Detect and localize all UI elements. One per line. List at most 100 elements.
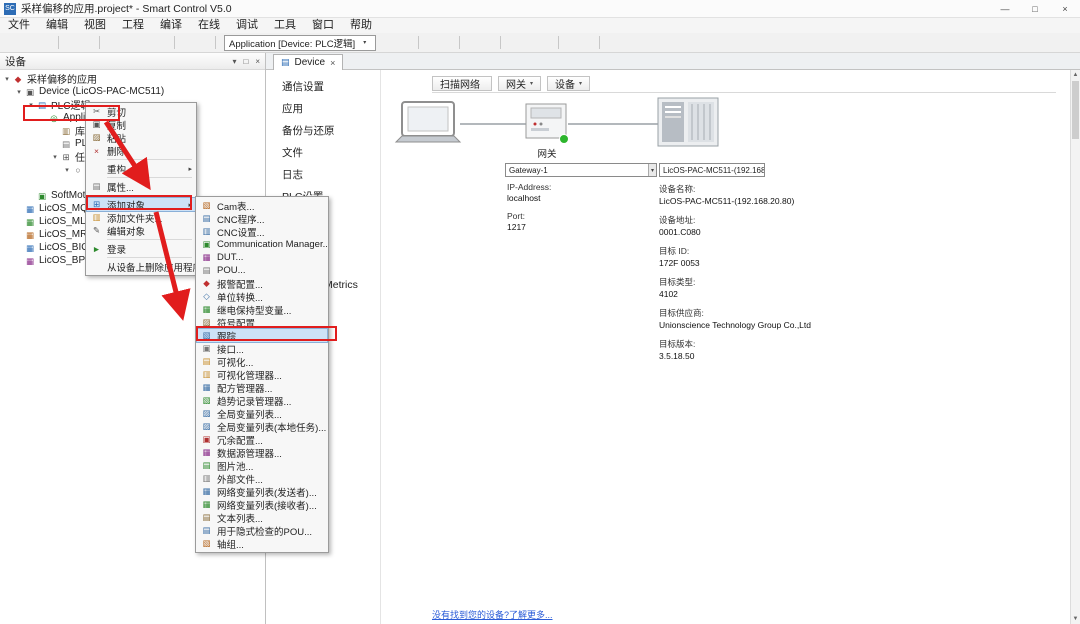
- device-button[interactable]: 设备 ▾: [547, 76, 590, 91]
- add-object-nvl-receiver[interactable]: ▦ 网络变量列表(接收者)...: [197, 498, 327, 511]
- tree-expander-icon[interactable]: ▾: [26, 101, 36, 109]
- save-project-icon[interactable]: [38, 35, 55, 51]
- menu-file[interactable]: 文件: [0, 18, 38, 33]
- add-object-nvl-sender[interactable]: ▦ 网络变量列表(发送者)...: [197, 485, 327, 498]
- menu-item-delete[interactable]: × 删除: [87, 144, 195, 157]
- add-object-trace[interactable]: ▧ 跟踪...: [197, 329, 327, 342]
- device-nav-files[interactable]: 文件: [266, 142, 380, 164]
- add-object-dut[interactable]: ▦ DUT...: [197, 251, 327, 264]
- scan-network-button[interactable]: 扫描网络: [432, 76, 492, 91]
- add-object-global-variable-list[interactable]: ▨ 全局变量列表...: [197, 407, 327, 420]
- add-object-visualization[interactable]: ▤ 可视化...: [197, 355, 327, 368]
- gateway-select-arrow-icon[interactable]: ▾: [648, 164, 656, 176]
- menu-debug[interactable]: 调试: [228, 18, 266, 33]
- step-over-icon[interactable]: [504, 35, 521, 51]
- tree-item-device[interactable]: ▾ ▣ Device (LicOS-PAC-MC511): [0, 85, 265, 98]
- menu-window[interactable]: 窗口: [304, 18, 342, 33]
- add-object-cam-table[interactable]: ▧ Cam表...: [197, 199, 327, 212]
- step-out-icon[interactable]: [538, 35, 555, 51]
- editor-scrollbar[interactable]: ▲ ▼: [1070, 70, 1080, 624]
- device-nav-communication-settings[interactable]: 通信设置: [266, 76, 380, 98]
- run-to-cursor-icon[interactable]: [579, 35, 596, 51]
- device-select[interactable]: LicOS-PAC-MC511-(192.168.20.80) (激活) ▾: [659, 163, 765, 177]
- add-object-pou-implicit-checks[interactable]: ▤ 用于隐式检查的POU...: [197, 524, 327, 537]
- add-object-global-variable-list-tasklocal[interactable]: ▨ 全局变量列表(本地任务)...: [197, 420, 327, 433]
- tab-device[interactable]: ▤ Device ×: [273, 54, 343, 70]
- add-object-communication-manager[interactable]: ▣ Communication Manager...: [197, 238, 327, 251]
- write-values-icon[interactable]: [620, 35, 637, 51]
- menu-item-delete-app-from-device[interactable]: 从设备上删除应用程序: [87, 260, 195, 273]
- menu-item-add-object[interactable]: ⊞ 添加对象 ▸: [87, 198, 195, 211]
- add-object-unit-conversion[interactable]: ◇ 单位转换...: [197, 290, 327, 303]
- add-object-cnc-settings[interactable]: ▥ CNC设置...: [197, 225, 327, 238]
- active-application-combo[interactable]: Application [Device: PLC逻辑] ▾: [224, 35, 376, 51]
- add-object-recipe-manager[interactable]: ▦ 配方管理器...: [197, 381, 327, 394]
- menu-tools[interactable]: 工具: [266, 18, 304, 33]
- menu-build[interactable]: 编译: [152, 18, 190, 33]
- menu-item-properties[interactable]: ▤ 属性...: [87, 180, 195, 193]
- tab-close-icon[interactable]: ×: [330, 58, 335, 68]
- tree-expander-icon[interactable]: ▾: [14, 88, 24, 96]
- replace-icon[interactable]: [195, 35, 212, 51]
- menu-item-paste[interactable]: ▨ 粘贴: [87, 131, 195, 144]
- add-object-cnc-program[interactable]: ▤ CNC程序...: [197, 212, 327, 225]
- open-project-icon[interactable]: [21, 35, 38, 51]
- undo-icon[interactable]: [62, 35, 79, 51]
- panel-menu-icon[interactable]: ▾: [232, 57, 236, 66]
- redo-icon[interactable]: [79, 35, 96, 51]
- stop-icon[interactable]: [480, 35, 497, 51]
- add-object-interface[interactable]: ▣ 接口...: [197, 342, 327, 355]
- tree-item-project-root[interactable]: ▾ ◆ 采样偏移的应用: [0, 72, 265, 85]
- device-nav-log[interactable]: 日志: [266, 164, 380, 186]
- device-nav-backup-restore[interactable]: 备份与还原: [266, 120, 380, 142]
- menu-item-login[interactable]: ► 登录: [87, 242, 195, 255]
- find-icon[interactable]: [178, 35, 195, 51]
- new-project-icon[interactable]: [4, 35, 21, 51]
- add-object-data-source-manager[interactable]: ▦ 数据源管理器...: [197, 446, 327, 459]
- add-object-symbol-configuration[interactable]: ▨ 符号配置...: [197, 316, 327, 329]
- add-object-visualization-manager[interactable]: ▥ 可视化管理器...: [197, 368, 327, 381]
- menu-help[interactable]: 帮助: [342, 18, 380, 33]
- add-object-trend-recording-manager[interactable]: ▧ 趋势记录管理器...: [197, 394, 327, 407]
- scroll-up-icon[interactable]: ▲: [1071, 70, 1080, 80]
- breakpoint-icon[interactable]: [562, 35, 579, 51]
- menu-item-edit-object[interactable]: ✎ 编辑对象: [87, 224, 195, 237]
- rebuild-icon[interactable]: [398, 35, 415, 51]
- tree-expander-icon[interactable]: ▾: [2, 75, 12, 83]
- scroll-down-icon[interactable]: ▼: [1071, 614, 1080, 624]
- add-object-image-pool[interactable]: ▤ 图片池...: [197, 459, 327, 472]
- menu-view[interactable]: 视图: [76, 18, 114, 33]
- add-object-pou[interactable]: ▤ POU...: [197, 264, 327, 277]
- panel-close-icon[interactable]: ×: [255, 57, 260, 66]
- start-icon[interactable]: [463, 35, 480, 51]
- device-nav-applications[interactable]: 应用: [266, 98, 380, 120]
- build-icon[interactable]: [381, 35, 398, 51]
- add-object-external-file[interactable]: ▥ 外部文件...: [197, 472, 327, 485]
- menu-item-refactoring[interactable]: 重构 ▸: [87, 162, 195, 175]
- tree-expander-icon[interactable]: ▾: [62, 166, 72, 174]
- step-into-icon[interactable]: [521, 35, 538, 51]
- add-object-text-list[interactable]: ▤ 文本列表...: [197, 511, 327, 524]
- menu-project[interactable]: 工程: [114, 18, 152, 33]
- device-help-link[interactable]: 没有找到您的设备?了解更多...: [432, 608, 553, 621]
- cut-icon[interactable]: [103, 35, 120, 51]
- menu-item-add-folder[interactable]: ▥ 添加文件夹...: [87, 211, 195, 224]
- logout-icon[interactable]: [439, 35, 456, 51]
- panel-float-icon[interactable]: □: [243, 57, 248, 66]
- add-object-alarm-configuration[interactable]: ◆ 报警配置...: [197, 277, 327, 290]
- add-object-axis-group[interactable]: ▧ 轴组...: [197, 537, 327, 550]
- close-button[interactable]: ×: [1050, 0, 1080, 17]
- minimize-button[interactable]: —: [990, 0, 1020, 17]
- gateway-button[interactable]: 网关 ▾: [498, 76, 541, 91]
- copy-icon[interactable]: [120, 35, 137, 51]
- delete-icon[interactable]: [154, 35, 171, 51]
- menu-item-cut[interactable]: ✂ 剪切: [87, 105, 195, 118]
- tree-expander-icon[interactable]: ▾: [50, 153, 60, 161]
- monitor-icon[interactable]: [603, 35, 620, 51]
- scrollbar-thumb[interactable]: [1072, 81, 1079, 139]
- menu-edit[interactable]: 编辑: [38, 18, 76, 33]
- login-icon[interactable]: [422, 35, 439, 51]
- menu-online[interactable]: 在线: [190, 18, 228, 33]
- add-object-persistent-variables[interactable]: ▦ 继电保持型变量...: [197, 303, 327, 316]
- add-object-redundancy-configuration[interactable]: ▣ 冗余配置...: [197, 433, 327, 446]
